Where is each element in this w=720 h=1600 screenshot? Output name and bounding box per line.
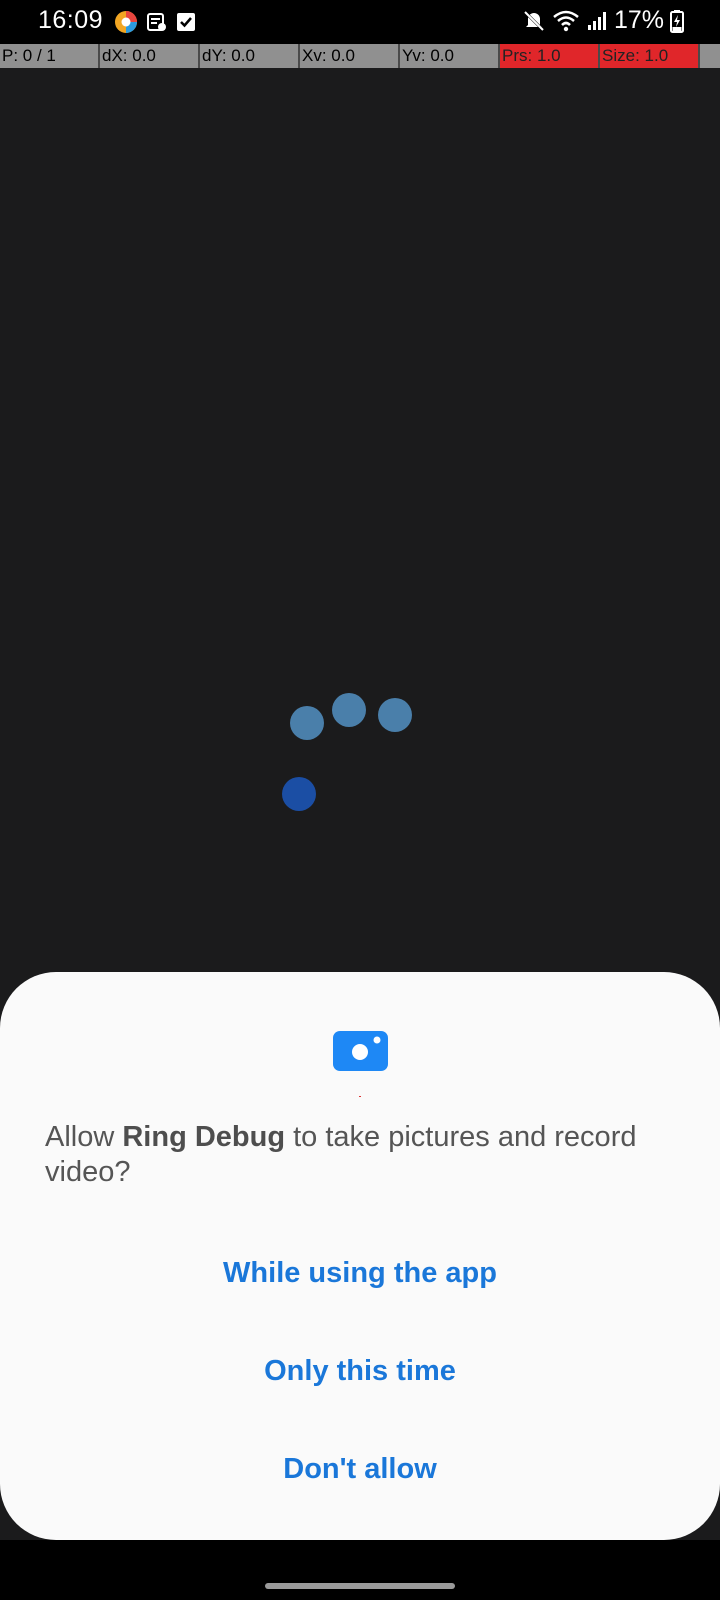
only-this-time-button[interactable]: Only this time — [0, 1341, 720, 1401]
pointer-bar-end — [700, 44, 720, 68]
pointer-dy: dY: 0.0 — [200, 44, 300, 68]
navigation-bar — [0, 1540, 720, 1600]
mute-icon — [523, 10, 545, 31]
pointer-size: Size: 1.0 — [600, 44, 700, 68]
pointer-dx: dX: 0.0 — [100, 44, 200, 68]
camera-icon — [333, 1031, 388, 1071]
pointer-xv: Xv: 0.0 — [300, 44, 400, 68]
system-status-icons: 17% — [522, 6, 684, 35]
app-logo-icon — [115, 11, 137, 33]
while-using-app-button[interactable]: While using the app — [0, 1243, 720, 1303]
home-gesture-handle[interactable] — [265, 1583, 455, 1589]
signal-icon — [587, 11, 606, 30]
pointer-location-bar: P: 0 / 1 dX: 0.0 dY: 0.0 Xv: 0.0 Yv: 0.0… — [0, 44, 720, 68]
loading-dot — [332, 693, 366, 727]
message-prefix: Allow — [45, 1121, 123, 1153]
status-time: 16:09 — [38, 6, 104, 34]
loading-dot — [378, 698, 412, 732]
wifi-icon — [553, 10, 579, 31]
dont-allow-button[interactable]: Don't allow — [0, 1439, 720, 1499]
battery-charging-icon — [670, 9, 684, 33]
notification-icons — [114, 10, 196, 34]
pointer-count: P: 0 / 1 — [0, 44, 100, 68]
dialog-marker — [359, 1096, 361, 1097]
calendar-note-icon — [147, 13, 166, 31]
pointer-pressure: Prs: 1.0 — [500, 44, 600, 68]
checkbox-icon — [177, 13, 195, 31]
touch-point-indicator — [282, 777, 316, 811]
app-name: Ring Debug — [122, 1121, 286, 1153]
status-bar: 16:09 17% — [0, 0, 720, 44]
dialog-message: Allow Ring Debug to take pictures and re… — [45, 1120, 685, 1190]
loading-dot — [290, 706, 324, 740]
battery-percentage: 17% — [613, 6, 664, 34]
pointer-yv: Yv: 0.0 — [400, 44, 500, 68]
